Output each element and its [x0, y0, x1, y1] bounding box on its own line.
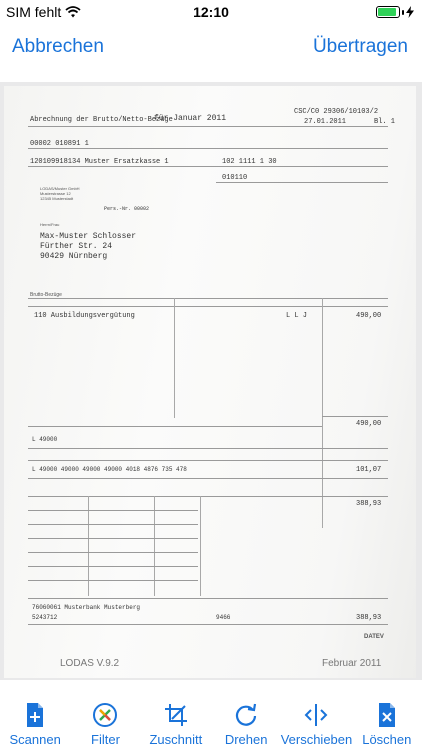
doc-recipient-name: Max-Muster Schlosser — [40, 232, 137, 241]
navigation-bar: Abbrechen Übertragen — [0, 26, 422, 72]
scan-document-icon — [27, 703, 44, 727]
doc-employer-3: 12345 Musterstadt — [40, 196, 74, 201]
rotate-button[interactable]: Drehen — [211, 690, 281, 750]
cancel-button[interactable]: Abbrechen — [12, 36, 104, 58]
charging-bolt-icon — [406, 6, 414, 18]
doc-bank: 76060061 Musterbank Musterberg — [32, 604, 141, 611]
doc-date: 27.01.2011 — [304, 118, 347, 126]
transfer-button[interactable]: Übertragen — [313, 36, 408, 58]
doc-brand: DATEV — [364, 634, 384, 640]
move-icon — [305, 704, 328, 726]
doc-payout: 388,93 — [356, 614, 382, 622]
doc-period: für Januar 2011 — [154, 114, 227, 123]
rotate-icon — [236, 703, 257, 726]
doc-sv-total: 101,07 — [356, 466, 382, 474]
doc-kasse-no: 102 1111 1 30 — [222, 158, 277, 166]
move-button[interactable]: Verschieben — [280, 690, 353, 750]
filter-button[interactable]: Filter — [70, 690, 140, 750]
delete-button[interactable]: Löschen — [352, 690, 422, 750]
doc-account: 5243712 — [32, 614, 58, 621]
doc-account-value: 9466 — [216, 614, 231, 621]
clock: 12:10 — [193, 4, 229, 20]
doc-title: Abrechnung der Brutto/Netto-Bezüge — [30, 116, 173, 124]
doc-pers-no: 00002 010891 1 — [30, 140, 89, 148]
rotate-label: Drehen — [224, 732, 268, 747]
doc-item-line: 110 Ausbildungsvergütung — [34, 312, 135, 320]
doc-netto: 388,93 — [356, 500, 382, 508]
filter-label: Filter — [91, 732, 120, 747]
battery-indicator — [376, 6, 414, 18]
doc-recipient-title: Herrn/Frau — [40, 222, 60, 227]
crop-icon — [164, 704, 187, 726]
doc-item-flags: L L J — [286, 312, 308, 320]
doc-software: LODAS V.9.2 — [60, 658, 120, 669]
scan-preview[interactable]: Abrechnung der Brutto/Netto-Bezüge für J… — [0, 82, 422, 680]
scanned-document: Abrechnung der Brutto/Netto-Bezüge für J… — [4, 86, 416, 678]
doc-gesamt-brutto: 490,00 — [356, 420, 382, 428]
doc-group: 010110 — [222, 174, 248, 182]
doc-sheet: Bl. 1 — [374, 118, 396, 126]
doc-recipient-city: 90429 Nürnberg — [40, 252, 108, 261]
status-bar: SIM fehlt 12:10 — [0, 0, 422, 26]
doc-tax-row: L 49000 — [32, 436, 58, 443]
doc-pers-nr-label: Pers.-Nr. 00002 — [104, 206, 150, 212]
doc-recipient-street: Fürther Str. 24 — [40, 242, 113, 251]
doc-month: Februar 2011 — [322, 658, 382, 669]
scan-button[interactable]: Scannen — [0, 690, 70, 750]
bottom-toolbar: Scannen Filter Zuschnitt Drehen Verschie… — [0, 690, 422, 750]
delete-document-icon — [378, 703, 395, 727]
doc-item-amount: 490,00 — [356, 312, 382, 320]
crop-button[interactable]: Zuschnitt — [141, 690, 211, 750]
battery-icon — [376, 6, 400, 18]
doc-kasse: 120109918134 Muster Ersatzkasse 1 — [30, 158, 169, 166]
doc-code: CSC/C0 29306/10103/2 — [294, 108, 379, 116]
doc-sv-row: L 49000 49000 49000 49000 4018 4876 735 … — [32, 466, 187, 473]
move-label: Verschieben — [280, 732, 353, 747]
scan-label: Scannen — [9, 732, 61, 747]
delete-label: Löschen — [362, 732, 412, 747]
crop-label: Zuschnitt — [149, 732, 203, 747]
filter-icon — [93, 703, 118, 727]
